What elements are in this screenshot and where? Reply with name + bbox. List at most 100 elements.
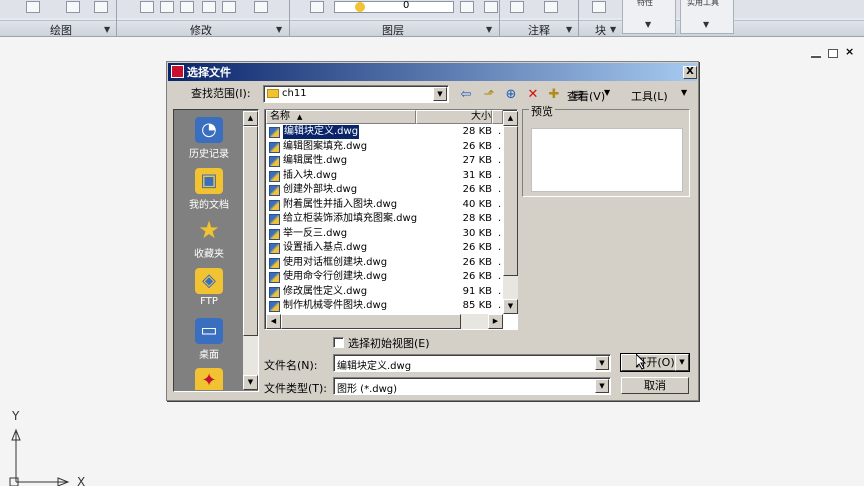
panel-label-draw[interactable]: 绘图 (50, 22, 72, 38)
panel-expand-icon[interactable]: ▼ (104, 25, 110, 34)
scroll-thumb[interactable] (503, 126, 518, 276)
file-type: . (498, 271, 502, 282)
ribbon-separator (499, 0, 500, 36)
ribbon-tool-icon[interactable] (460, 1, 474, 13)
scroll-right-icon[interactable]: ▶ (488, 314, 503, 329)
panel-expand-icon[interactable]: ▼ (486, 25, 492, 34)
delete-icon[interactable]: ✕ (524, 86, 542, 104)
place-history[interactable]: ◔ 历史记录 (175, 115, 243, 165)
scroll-down-icon[interactable]: ▼ (503, 299, 518, 314)
scroll-thumb[interactable] (243, 126, 258, 336)
ribbon-tool-icon[interactable] (66, 1, 80, 13)
tools-menu[interactable]: 工具(L) (631, 88, 668, 104)
folder-icon (267, 89, 279, 98)
panel-label-layers[interactable]: 图层 (382, 22, 404, 38)
places-bar: ◔ 历史记录 ▣ 我的文档 ★ 收藏夹 ◈ FTP ▭ 桌面 ✦ ▲ ▼ (173, 109, 259, 392)
utilities-panel-button[interactable]: 实用工具 ▼ (680, 0, 734, 34)
panel-label-block[interactable]: 块 (595, 22, 606, 38)
close-drawing-icon[interactable]: × (845, 46, 855, 57)
initial-view-label[interactable]: 选择初始视图(E) (348, 335, 430, 351)
cancel-button[interactable]: 取消 (621, 377, 689, 394)
place-ftp[interactable]: ◈ FTP (175, 266, 243, 316)
search-web-icon[interactable]: ⊕ (502, 86, 520, 104)
panel-label-annotation[interactable]: 注释 (528, 22, 550, 38)
pencil-icon[interactable] (140, 1, 154, 13)
file-row[interactable]: 修改属性定义.dwg 91 KB. (266, 285, 502, 300)
ribbon-tool-icon[interactable] (94, 1, 108, 13)
look-in-dropdown[interactable]: ch11 ▼ (263, 85, 449, 103)
dwg-file-icon (269, 141, 280, 153)
file-list-vscroll[interactable]: ▲ ▼ (503, 111, 518, 314)
file-size: 31 KB (462, 169, 492, 181)
file-row[interactable]: 编辑图案填充.dwg 26 KB. (266, 140, 502, 155)
minimize-icon[interactable] (811, 55, 821, 58)
layer-tool-icon[interactable] (310, 1, 324, 13)
place-favorites[interactable]: ★ 收藏夹 (175, 215, 243, 265)
file-size: 26 KB (462, 256, 492, 268)
chevron-down-icon[interactable]: ▼ (595, 379, 609, 393)
file-row[interactable]: 给立柜装饰添加填充图案.dwg 28 KB. (266, 212, 502, 227)
file-row[interactable]: 插入块.dwg 31 KB. (266, 169, 502, 184)
place-desktop[interactable]: ▭ 桌面 (175, 316, 243, 366)
ribbon-tool-icon[interactable] (202, 1, 216, 13)
places-scrollbar[interactable]: ▲ ▼ (243, 111, 258, 390)
filename-input[interactable]: 编辑块定义.dwg ▼ (333, 354, 611, 372)
ribbon-tool-icon[interactable] (222, 1, 236, 13)
new-folder-icon[interactable]: ✚ (545, 86, 563, 104)
scroll-up-icon[interactable]: ▲ (503, 111, 518, 126)
chevron-down-icon: ▼ (645, 20, 652, 29)
ribbon-tool-icon[interactable] (544, 1, 558, 13)
layer-dropdown[interactable]: 0 (334, 0, 454, 13)
x-axis-label: X (77, 475, 86, 486)
properties-panel-button[interactable]: 特性 ▼ (622, 0, 676, 34)
place-my-documents[interactable]: ▣ 我的文档 (175, 166, 243, 216)
place-label: 我的文档 (189, 200, 229, 211)
initial-view-checkbox[interactable] (333, 337, 344, 348)
file-size: 26 KB (462, 184, 492, 195)
file-row[interactable]: 编辑块定义.dwg 28 KB. (266, 124, 502, 140)
dwg-file-icon (269, 228, 280, 240)
views-menu[interactable]: 查看(V) (567, 88, 605, 104)
file-row[interactable]: 设置插入基点.dwg 26 KB. (266, 241, 502, 256)
file-row[interactable]: 编辑属性.dwg 27 KB. (266, 154, 502, 169)
restore-icon[interactable] (828, 49, 838, 58)
ribbon-tool-icon[interactable] (484, 1, 498, 13)
autocad-logo-icon (171, 65, 184, 78)
chevron-down-icon[interactable]: ▼ (433, 87, 447, 101)
ribbon-tool-icon[interactable] (160, 1, 174, 13)
file-size: 27 KB (462, 155, 492, 166)
file-row[interactable]: 附着属性并插入图块.dwg 40 KB. (266, 198, 502, 213)
open-options-dropdown[interactable]: ▼ (675, 354, 689, 371)
select-file-dialog: 选择文件 X 查找范围(I): ch11 ▼ ⇦ ⬏ ⊕ ✕ ✚ ▤ 查看(V)… (166, 61, 699, 401)
file-list-hscroll[interactable]: ◀ ▶ (266, 314, 503, 329)
ribbon-tool-icon[interactable] (254, 1, 268, 13)
scroll-up-icon[interactable]: ▲ (243, 111, 258, 126)
chevron-down-icon[interactable]: ▼ (604, 88, 610, 97)
close-button[interactable]: X (683, 66, 697, 79)
annotation-tool-icon[interactable] (510, 1, 524, 13)
up-folder-icon[interactable]: ⬏ (480, 86, 498, 104)
place-buzzsaw[interactable]: ✦ (175, 366, 243, 390)
panel-expand-icon[interactable]: ▼ (610, 25, 616, 34)
chevron-down-icon[interactable]: ▼ (595, 356, 609, 370)
scroll-down-icon[interactable]: ▼ (243, 375, 258, 390)
file-row[interactable]: 创建外部块.dwg 26 KB. (266, 183, 502, 198)
chevron-down-icon[interactable]: ▼ (681, 88, 687, 97)
file-type: . (498, 242, 502, 253)
panel-expand-icon[interactable]: ▼ (276, 25, 282, 34)
places-list: ◔ 历史记录 ▣ 我的文档 ★ 收藏夹 ◈ FTP ▭ 桌面 ✦ (175, 111, 243, 390)
circle-tool-icon[interactable] (26, 1, 40, 13)
cancel-button-label: 取消 (644, 379, 666, 392)
filetype-dropdown[interactable]: 图形 (*.dwg) ▼ (333, 377, 611, 395)
file-row[interactable]: 使用对话框创建块.dwg 26 KB. (266, 256, 502, 271)
scroll-left-icon[interactable]: ◀ (266, 314, 281, 329)
file-row[interactable]: 使用命令行创建块.dwg 26 KB. (266, 270, 502, 285)
panel-label-modify[interactable]: 修改 (190, 22, 212, 38)
panel-expand-icon[interactable]: ▼ (566, 25, 572, 34)
file-row[interactable]: 制作机械零件图块.dwg 85 KB. (266, 299, 502, 314)
block-tool-icon[interactable] (592, 1, 606, 13)
file-row[interactable]: 举一反三.dwg 30 KB. (266, 227, 502, 242)
scroll-thumb[interactable] (281, 314, 461, 329)
back-icon[interactable]: ⇦ (457, 86, 475, 104)
ribbon-tool-icon[interactable] (180, 1, 194, 13)
